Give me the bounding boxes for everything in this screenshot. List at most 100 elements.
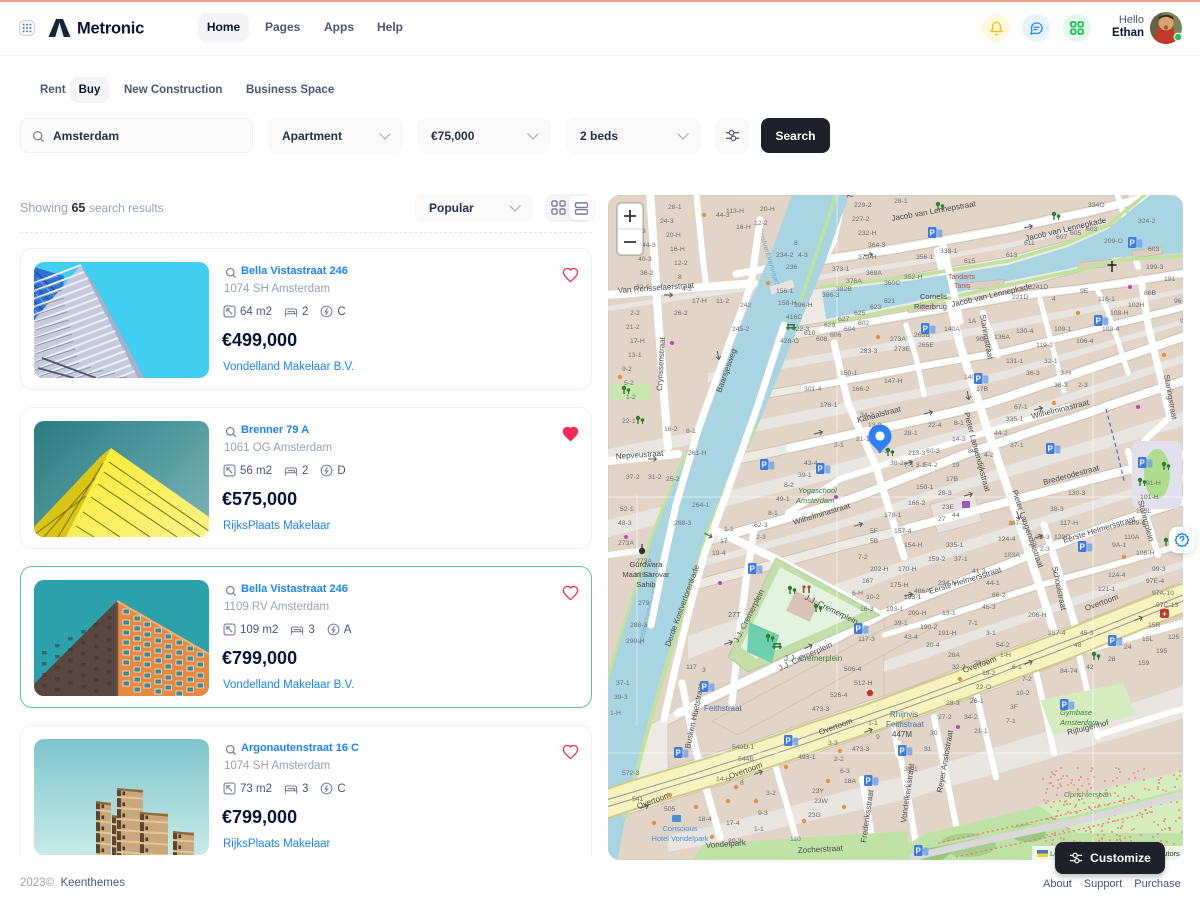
svg-text:1-1: 1-1: [724, 526, 734, 533]
svg-text:97C-13: 97C-13: [1156, 602, 1179, 609]
svg-text:227-2: 227-2: [852, 216, 870, 223]
svg-text:117: 117: [686, 664, 697, 671]
svg-text:23-H: 23-H: [974, 660, 989, 667]
svg-text:335-1: 335-1: [946, 542, 964, 549]
svg-text:P: P: [916, 847, 922, 856]
svg-text:24: 24: [1124, 644, 1132, 651]
svg-text:2-3: 2-3: [1078, 382, 1088, 389]
svg-text:37-1: 37-1: [616, 680, 630, 687]
svg-text:19: 19: [952, 462, 960, 469]
svg-text:611: 611: [1024, 240, 1035, 247]
svg-text:2-2: 2-2: [630, 310, 640, 317]
svg-text:265E: 265E: [918, 342, 934, 349]
svg-text:23E: 23E: [942, 504, 955, 511]
svg-text:13-1: 13-1: [942, 610, 956, 617]
svg-text:26-2: 26-2: [674, 310, 688, 317]
svg-text:16-H: 16-H: [670, 246, 685, 253]
svg-text:396-H: 396-H: [794, 302, 813, 309]
svg-text:290-H: 290-H: [626, 638, 645, 645]
svg-text:473-3: 473-3: [852, 746, 870, 753]
svg-text:P: P: [1130, 239, 1136, 248]
svg-text:156-1: 156-1: [776, 288, 794, 295]
svg-text:Tandarts: Tandarts: [948, 274, 975, 281]
svg-text:103-4: 103-4: [1102, 326, 1120, 333]
svg-text:14-3: 14-3: [952, 436, 966, 443]
svg-text:27: 27: [938, 516, 946, 523]
svg-text:229-2: 229-2: [854, 202, 872, 209]
svg-text:287-4: 287-4: [1048, 630, 1066, 637]
svg-text:602: 602: [858, 320, 870, 327]
svg-text:21-1: 21-1: [856, 436, 870, 443]
svg-text:44-3: 44-3: [642, 242, 656, 249]
svg-text:170-H: 170-H: [898, 566, 917, 573]
svg-text:26-1: 26-1: [970, 698, 984, 705]
svg-text:15R: 15R: [1148, 622, 1161, 629]
svg-text:3-H: 3-H: [1060, 370, 1071, 377]
svg-text:103A: 103A: [1004, 552, 1020, 559]
svg-text:116-1: 116-1: [1098, 296, 1115, 303]
svg-text:84-74: 84-74: [1060, 668, 1078, 675]
svg-text:7-2: 7-2: [1022, 676, 1032, 683]
svg-text:40-3: 40-3: [638, 256, 652, 263]
svg-text:117-3: 117-3: [858, 636, 875, 643]
svg-text:505: 505: [664, 806, 676, 813]
svg-text:356-1: 356-1: [916, 254, 934, 261]
svg-text:2-2: 2-2: [834, 756, 844, 763]
svg-text:20-4: 20-4: [926, 642, 940, 649]
svg-text:103L: 103L: [1136, 508, 1151, 515]
svg-text:17-H: 17-H: [630, 338, 645, 345]
svg-text:P: P: [976, 375, 982, 384]
svg-text:P: P: [786, 737, 792, 746]
svg-text:541: 541: [632, 796, 644, 803]
svg-text:273A: 273A: [636, 558, 652, 565]
svg-text:43-4: 43-4: [904, 634, 918, 641]
svg-text:572-3: 572-3: [622, 770, 640, 777]
svg-text:604: 604: [844, 326, 856, 333]
svg-text:140A: 140A: [944, 326, 960, 333]
svg-text:373-1: 373-1: [832, 266, 850, 273]
svg-text:605: 605: [1070, 230, 1082, 237]
svg-text:28A: 28A: [948, 652, 961, 659]
svg-text:124-4: 124-4: [1108, 572, 1126, 579]
svg-text:273E: 273E: [894, 346, 910, 353]
svg-text:273A: 273A: [618, 540, 634, 547]
svg-text:97A-10: 97A-10: [1152, 590, 1174, 597]
svg-text:38-3: 38-3: [1050, 506, 1064, 513]
svg-text:39-3: 39-3: [614, 694, 628, 701]
svg-text:9: 9: [876, 734, 880, 741]
svg-text:109-1: 109-1: [1128, 520, 1146, 527]
svg-text:10-2: 10-2: [866, 594, 880, 601]
svg-text:364-3: 364-3: [868, 242, 886, 249]
svg-text:14-H: 14-H: [716, 776, 731, 783]
svg-text:P: P: [1096, 317, 1102, 326]
svg-text:1-2: 1-2: [626, 394, 636, 401]
svg-text:195: 195: [1156, 648, 1168, 655]
svg-text:241D: 241D: [1032, 284, 1048, 291]
svg-text:P: P: [1110, 637, 1116, 646]
svg-text:Amsterdam: Amsterdam: [795, 496, 834, 505]
svg-text:Sahib: Sahib: [636, 580, 655, 589]
svg-text:39-1: 39-1: [904, 766, 918, 773]
svg-text:506-4: 506-4: [844, 666, 862, 673]
svg-text:8-1: 8-1: [968, 448, 978, 455]
svg-text:28-1: 28-1: [904, 430, 918, 437]
svg-text:268-3: 268-3: [674, 520, 692, 527]
svg-text:159-2: 159-2: [928, 556, 946, 563]
svg-text:28: 28: [1108, 656, 1116, 663]
svg-text:234-2: 234-2: [776, 252, 794, 259]
svg-text:12-2: 12-2: [754, 220, 768, 227]
svg-text:24-3: 24-3: [660, 218, 674, 225]
svg-text:99-3: 99-3: [1152, 566, 1166, 573]
svg-text:P: P: [923, 325, 929, 334]
svg-text:23Y: 23Y: [812, 788, 825, 795]
svg-text:4-3: 4-3: [682, 286, 692, 293]
svg-text:206-H: 206-H: [1028, 612, 1047, 619]
svg-text:1-H: 1-H: [610, 710, 621, 717]
svg-text:P: P: [702, 683, 708, 692]
svg-text:Cornelis: Cornelis: [920, 292, 948, 301]
svg-text:108-H: 108-H: [1110, 310, 1129, 317]
svg-text:473-3: 473-3: [812, 706, 830, 713]
svg-text:623: 623: [870, 304, 882, 311]
svg-text:Oprichtersbän: Oprichtersbän: [1064, 790, 1111, 799]
svg-text:9C: 9C: [976, 336, 985, 343]
